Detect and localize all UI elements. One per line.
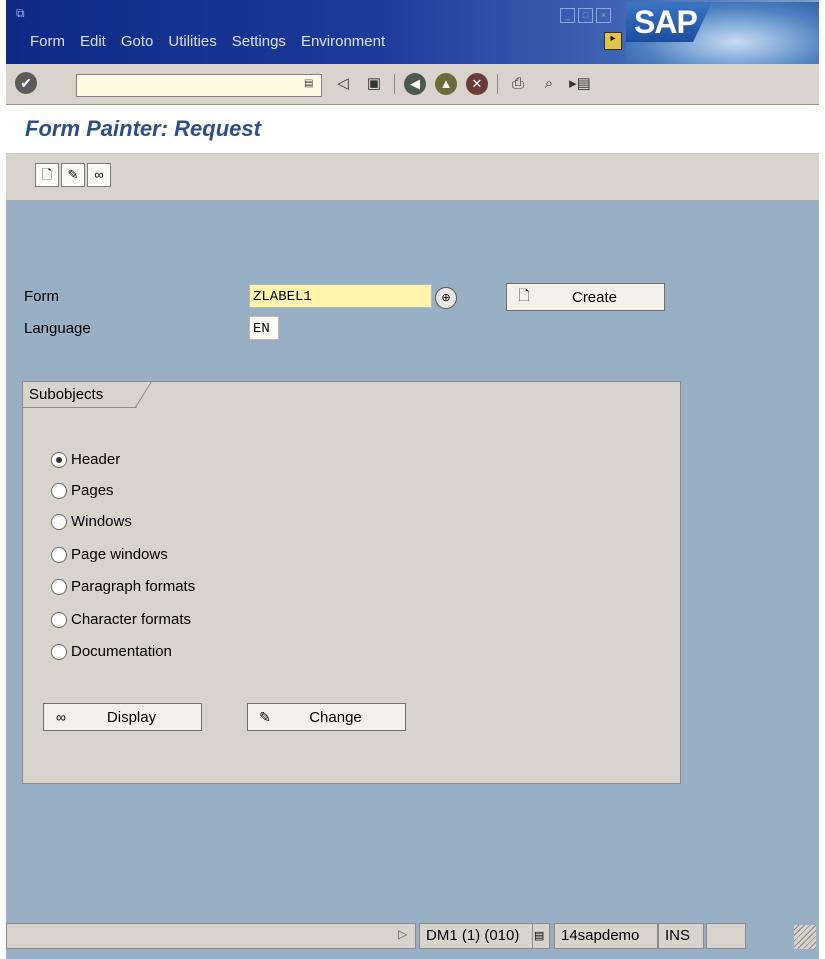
title-area: Form Painter: Request (6, 105, 819, 154)
create-button-label: Create (571, 288, 618, 306)
toolbar-separator (497, 74, 498, 94)
close-icon[interactable]: × (596, 8, 611, 23)
command-history-icon[interactable]: ▤ (304, 78, 314, 90)
radio-paragraph-formats[interactable]: Paragraph formats (51, 578, 195, 595)
standard-toolbar: ✔ ▤ ◁ ▣ ◀ ▲ ✕ ⎙ ⌕ ▸▤ (6, 64, 819, 105)
radio-button-checked[interactable] (51, 451, 67, 468)
toolbar-separator (394, 74, 395, 94)
exit-icon[interactable]: ▲ (435, 73, 457, 95)
change-button-label: Change (309, 708, 362, 726)
status-mode: INS (658, 923, 704, 949)
radio-button[interactable] (51, 513, 67, 530)
change-icon[interactable]: ✎ (61, 163, 85, 187)
form-input[interactable]: ZLABEL1 (249, 284, 432, 308)
find-next-icon[interactable]: ▸▤ (569, 73, 591, 95)
save-icon[interactable]: ▣ (363, 73, 385, 95)
system-menu-icon[interactable]: ⧉ (16, 6, 30, 20)
menu-goto[interactable]: Goto (121, 33, 154, 50)
language-label: Language (24, 320, 91, 337)
status-bar: ▷ DM1 (1) (010) ▤ 14sapdemo INS (6, 921, 819, 959)
display-button[interactable]: ∞ Display (43, 703, 202, 731)
menu: Form Edit Goto Utilities Settings Enviro… (30, 33, 400, 50)
radio-label: Page windows (71, 546, 168, 563)
back-icon[interactable]: ◀ (404, 73, 426, 95)
window-controls: _ □ × (560, 8, 611, 23)
sap-logo: SAP (626, 2, 819, 64)
form-label: Form (24, 288, 59, 305)
create-icon[interactable]: 🗋 (35, 163, 59, 187)
radio-label: Pages (71, 482, 114, 499)
command-field[interactable] (76, 74, 322, 97)
radio-label: Header (71, 451, 121, 468)
tab-edge (135, 381, 153, 408)
menu-edit[interactable]: Edit (80, 33, 106, 50)
radio-header[interactable]: Header (51, 451, 120, 468)
toolbar-icons: ◁ ▣ ◀ ▲ ✕ ⎙ ⌕ ▸▤ (332, 73, 591, 95)
enter-icon[interactable]: ✔ (15, 72, 37, 94)
status-expand-icon[interactable]: ▷ (398, 927, 407, 941)
status-server: 14sapdemo (554, 923, 658, 949)
cancel-icon[interactable]: ✕ (466, 73, 488, 95)
sap-logo-text: SAP (634, 4, 698, 40)
radio-label: Character formats (71, 611, 192, 628)
maximize-icon[interactable]: □ (578, 8, 593, 23)
change-button[interactable]: ✎ Change (247, 703, 406, 731)
radio-button[interactable] (51, 482, 67, 499)
find-icon[interactable]: ⌕ (538, 73, 560, 95)
radio-windows[interactable]: Windows (51, 513, 132, 530)
radio-label: Windows (71, 513, 132, 530)
collapse-icon[interactable]: ◁ (332, 73, 354, 95)
radio-pages[interactable]: Pages (51, 482, 114, 499)
status-system: DM1 (1) (010) (419, 923, 542, 949)
status-extra (706, 923, 746, 949)
subobjects-label: Subobjects (29, 386, 104, 403)
radio-page-windows[interactable]: Page windows (51, 546, 168, 563)
menu-bar: ⧉ Form Edit Goto Utilities Settings Envi… (6, 0, 819, 64)
create-button[interactable]: 🗋 Create (506, 283, 665, 311)
search-help-icon[interactable]: ⊕ (435, 287, 457, 309)
status-list-icon[interactable]: ▤ (532, 923, 550, 949)
language-input[interactable]: EN (249, 316, 279, 340)
radio-button[interactable] (51, 578, 67, 595)
radio-button[interactable] (51, 546, 67, 563)
pencil-icon: ✎ (259, 708, 271, 725)
display-icon: ∞ (56, 709, 66, 725)
minimize-icon[interactable]: _ (560, 8, 575, 23)
radio-label: Paragraph formats (71, 578, 196, 595)
customize-layout-icon[interactable]: ▸ (604, 32, 622, 50)
sap-window: ⧉ Form Edit Goto Utilities Settings Envi… (6, 0, 819, 959)
resize-grip-icon[interactable] (794, 925, 816, 949)
radio-label: Documentation (71, 643, 172, 660)
radio-button[interactable] (51, 643, 67, 660)
menu-form[interactable]: Form (30, 33, 65, 50)
radio-button[interactable] (51, 611, 67, 628)
display-button-label: Display (106, 708, 157, 726)
print-icon[interactable]: ⎙ (507, 73, 529, 95)
menu-utilities[interactable]: Utilities (168, 33, 216, 50)
create-icon: 🗋 (518, 287, 530, 303)
display-icon[interactable]: ∞ (87, 163, 111, 187)
subobjects-tab: Subobjects (22, 381, 152, 408)
radio-character-formats[interactable]: Character formats (51, 611, 191, 628)
application-toolbar: 🗋 ✎ ∞ (6, 154, 819, 201)
menu-environment[interactable]: Environment (301, 33, 385, 50)
status-message-area (6, 923, 416, 949)
radio-documentation[interactable]: Documentation (51, 643, 172, 660)
menu-settings[interactable]: Settings (232, 33, 286, 50)
page-title: Form Painter: Request (25, 116, 261, 141)
